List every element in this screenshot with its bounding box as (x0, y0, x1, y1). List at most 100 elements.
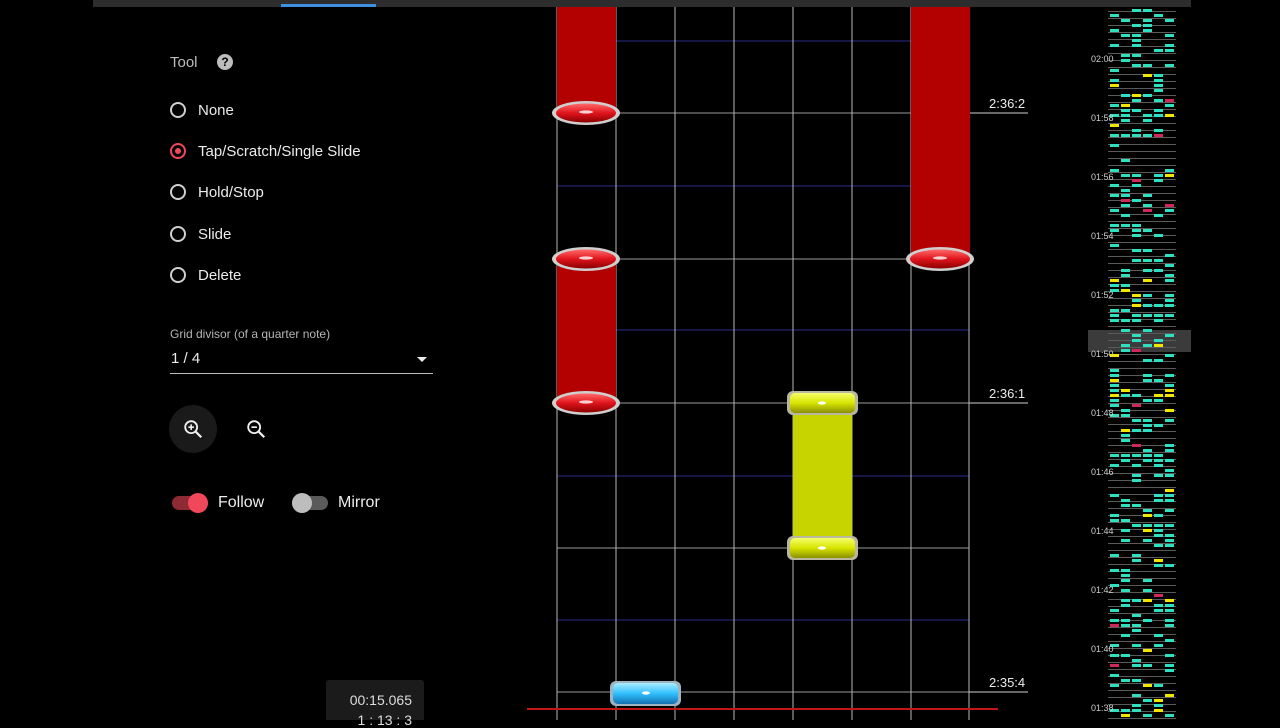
minimap-note (1121, 189, 1130, 192)
minimap-note (1165, 274, 1174, 277)
minimap-note (1132, 54, 1141, 57)
hold-note-head[interactable] (552, 101, 620, 125)
hold-note-head[interactable] (552, 247, 620, 271)
minimap-note (1154, 344, 1163, 347)
minimap-note (1165, 599, 1174, 602)
minimap-note (1110, 104, 1119, 107)
zoom-out-button[interactable] (232, 405, 280, 453)
hold-note-body[interactable] (557, 7, 616, 113)
minimap-note (1143, 119, 1152, 122)
minimap-note (1110, 569, 1119, 572)
radio-button[interactable] (170, 184, 186, 200)
minimap-note (1110, 314, 1119, 317)
mirror-toggle-knob[interactable] (292, 493, 312, 513)
hold-note-body[interactable] (911, 7, 970, 259)
minimap-note (1165, 469, 1174, 472)
minimap-note (1143, 9, 1152, 12)
minimap-time-label: 01:56 (1091, 172, 1114, 182)
minimap-note (1154, 534, 1163, 537)
minimap-note (1154, 319, 1163, 322)
minimap-note (1121, 679, 1130, 682)
minimap-note (1165, 204, 1174, 207)
minimap-note (1110, 624, 1119, 627)
slide-note-head[interactable] (787, 536, 858, 560)
minimap-note (1121, 59, 1130, 62)
hold-note-head[interactable] (906, 247, 974, 271)
minimap-note (1121, 284, 1130, 287)
minimap-note (1143, 524, 1152, 527)
minimap-note (1121, 274, 1130, 277)
minimap-note (1121, 34, 1130, 37)
minimap-note (1154, 609, 1163, 612)
minimap-note (1154, 84, 1163, 87)
minimap-note (1165, 64, 1174, 67)
minimap-note (1132, 709, 1141, 712)
minimap-note (1143, 714, 1152, 717)
minimap-note (1132, 464, 1141, 467)
tool-option-hold[interactable]: Hold/Stop (170, 181, 264, 203)
follow-toggle[interactable]: Follow (172, 490, 264, 516)
minimap-note (1121, 414, 1130, 417)
tool-option-none[interactable]: None (170, 99, 234, 121)
minimap-note (1154, 634, 1163, 637)
minimap-note (1132, 614, 1141, 617)
minimap-note (1132, 199, 1141, 202)
minimap-note (1154, 499, 1163, 502)
radio-button[interactable] (170, 267, 186, 283)
minimap-note (1154, 709, 1163, 712)
minimap-note (1154, 474, 1163, 477)
minimap-time-label: 01:38 (1091, 703, 1114, 713)
minimap-note (1110, 554, 1119, 557)
hold-note-body[interactable] (557, 259, 616, 403)
minimap-note (1121, 579, 1130, 582)
tap-note[interactable] (610, 681, 681, 706)
minimap-note (1143, 449, 1152, 452)
minimap-note (1121, 214, 1130, 217)
slide-note-head[interactable] (787, 391, 858, 415)
follow-toggle-track[interactable] (172, 493, 208, 513)
minimap-note (1143, 699, 1152, 702)
minimap-note (1165, 654, 1174, 657)
grid-divisor-value: 1 / 4 (171, 350, 201, 367)
minimap-note (1132, 599, 1141, 602)
tool-option-label: Hold/Stop (198, 183, 264, 201)
note-lanes[interactable] (520, 0, 1040, 720)
minimap-note (1143, 249, 1152, 252)
mirror-toggle[interactable]: Mirror (292, 490, 380, 516)
hold-note-head[interactable] (552, 391, 620, 415)
tool-option-delete[interactable]: Delete (170, 264, 241, 286)
minimap-note (1110, 69, 1119, 72)
radio-button[interactable] (170, 102, 186, 118)
tool-option-slide[interactable]: Slide (170, 223, 231, 245)
minimap-note (1154, 89, 1163, 92)
grid-divisor-select[interactable]: 1 / 4 (170, 347, 433, 374)
minimap-note (1165, 419, 1174, 422)
minimap-note (1121, 194, 1130, 197)
minimap-note (1165, 279, 1174, 282)
tool-option-tap[interactable]: Tap/Scratch/Single Slide (170, 140, 361, 162)
slide-note-body[interactable] (793, 403, 852, 548)
minimap-note (1110, 194, 1119, 197)
minimap-note (1121, 624, 1130, 627)
minimap-note (1143, 649, 1152, 652)
mirror-label: Mirror (338, 494, 380, 511)
minimap-note (1154, 529, 1163, 532)
minimap-note (1121, 599, 1130, 602)
minimap-time-label: 01:54 (1091, 231, 1114, 241)
minimap-note (1110, 389, 1119, 392)
minimap-note (1143, 514, 1152, 517)
chart-editor-canvas[interactable]: 2:36:2 2:36:1 2:35:4 (520, 0, 1040, 720)
minimap-note (1110, 209, 1119, 212)
minimap-note (1154, 179, 1163, 182)
minimap-note (1165, 104, 1174, 107)
follow-toggle-knob[interactable] (188, 493, 208, 513)
minimap-note (1110, 374, 1119, 377)
minimap-note (1165, 169, 1174, 172)
radio-button[interactable] (170, 226, 186, 242)
radio-button[interactable] (170, 143, 186, 159)
minimap-note (1143, 359, 1152, 362)
minimap-note (1154, 314, 1163, 317)
mirror-toggle-track[interactable] (292, 493, 328, 513)
help-circle-icon[interactable]: ? (217, 54, 233, 70)
zoom-in-button[interactable] (169, 405, 217, 453)
